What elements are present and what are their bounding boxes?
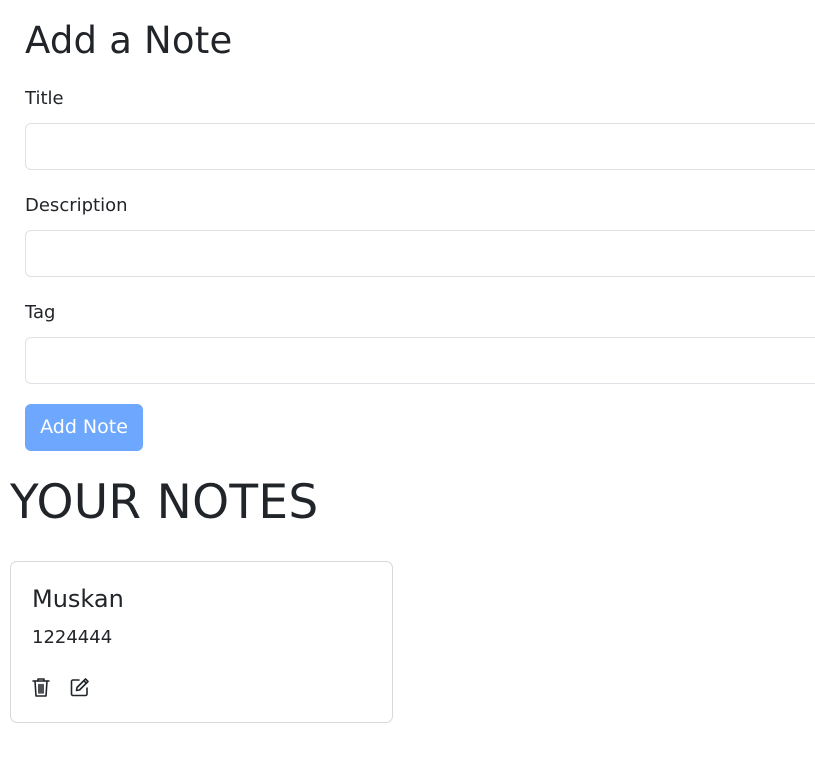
title-input[interactable] xyxy=(25,123,815,170)
trash-icon[interactable] xyxy=(30,676,52,698)
tag-label: Tag xyxy=(25,302,56,323)
note-card: Muskan 1224444 xyxy=(10,561,393,723)
description-label: Description xyxy=(25,195,128,216)
title-label: Title xyxy=(25,88,64,109)
description-input[interactable] xyxy=(25,230,815,277)
add-note-button[interactable]: Add Note xyxy=(25,404,143,451)
note-description: 1224444 xyxy=(32,627,113,648)
add-note-heading: Add a Note xyxy=(25,19,233,62)
your-notes-heading: YOUR NOTES xyxy=(10,475,319,530)
note-title: Muskan xyxy=(32,585,124,613)
tag-input[interactable] xyxy=(25,337,815,384)
page: Add a Note Title Description Tag Add Not… xyxy=(0,0,815,763)
edit-icon[interactable] xyxy=(68,676,90,698)
